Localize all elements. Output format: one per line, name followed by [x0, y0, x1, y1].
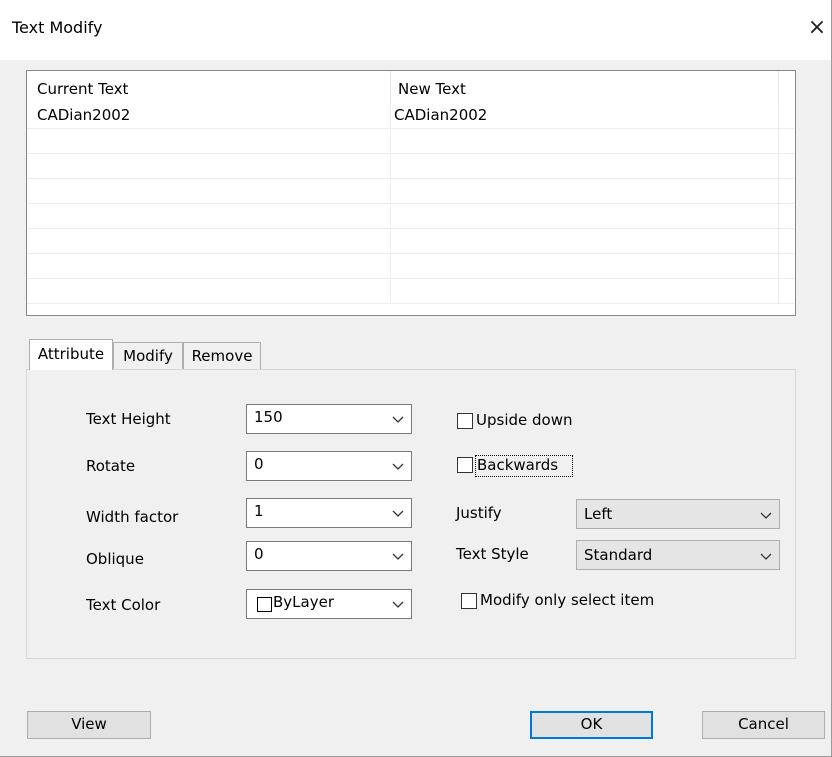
chevron-down-icon[interactable]: [391, 546, 405, 566]
cell-new-text[interactable]: [391, 204, 779, 229]
table-row[interactable]: [27, 229, 795, 254]
chevron-down-icon[interactable]: [759, 545, 773, 565]
width-factor-combobox[interactable]: 1: [246, 498, 412, 528]
title-bar: Text Modify ×: [0, 0, 831, 60]
text-color-value: ByLayer: [273, 593, 334, 611]
table-row[interactable]: CADian2002 CADian2002: [27, 104, 795, 129]
width-factor-label: Width factor: [86, 508, 179, 526]
table-row[interactable]: [27, 254, 795, 279]
cell-current-text: CADian2002: [27, 104, 391, 129]
chevron-down-icon[interactable]: [759, 504, 773, 524]
cell-current-text: [27, 154, 391, 179]
justify-value: Left: [584, 505, 613, 523]
chevron-down-icon[interactable]: [391, 456, 405, 476]
rotate-label: Rotate: [86, 457, 136, 475]
table-row[interactable]: [27, 129, 795, 154]
text-style-label: Text Style: [456, 545, 529, 563]
cell-new-text[interactable]: CADian2002: [391, 104, 779, 129]
view-button[interactable]: View: [27, 711, 151, 739]
oblique-value: 0: [254, 545, 264, 563]
table-row[interactable]: [27, 204, 795, 229]
cell-current-text: [27, 229, 391, 254]
close-icon[interactable]: ×: [803, 14, 831, 42]
justify-label: Justify: [456, 504, 502, 522]
ok-button[interactable]: OK: [530, 711, 653, 739]
chevron-down-icon[interactable]: [391, 503, 405, 523]
table-row[interactable]: [27, 179, 795, 204]
list-header: Current Text New Text: [27, 71, 795, 104]
text-height-combobox[interactable]: 150: [246, 404, 412, 434]
text-color-combobox[interactable]: ByLayer: [246, 589, 412, 619]
dialog-title: Text Modify: [12, 18, 103, 37]
cell-new-text[interactable]: [391, 129, 779, 154]
column-header-current-text[interactable]: Current Text: [27, 71, 391, 104]
tab-modify[interactable]: Modify: [113, 342, 183, 369]
text-style-combobox[interactable]: Standard: [576, 540, 780, 570]
text-color-label: Text Color: [86, 596, 161, 614]
text-modify-dialog: Text Modify × Current Text New Text CADi…: [0, 0, 832, 757]
cell-new-text[interactable]: [391, 254, 779, 279]
oblique-combobox[interactable]: 0: [246, 541, 412, 571]
rotate-value: 0: [254, 455, 264, 473]
oblique-label: Oblique: [86, 550, 144, 568]
tab-attribute[interactable]: Attribute: [29, 339, 113, 370]
cell-new-text[interactable]: [391, 179, 779, 204]
table-row[interactable]: [27, 154, 795, 179]
cell-new-text[interactable]: [391, 154, 779, 179]
modify-only-select-item-label[interactable]: Modify only select item: [480, 591, 654, 609]
text-style-value: Standard: [584, 546, 653, 564]
cell-current-text: [27, 254, 391, 279]
cell-current-text: [27, 279, 391, 304]
cell-current-text: [27, 129, 391, 154]
rotate-combobox[interactable]: 0: [246, 451, 412, 481]
column-header-new-text[interactable]: New Text: [391, 71, 779, 104]
cell-current-text: [27, 204, 391, 229]
chevron-down-icon[interactable]: [391, 409, 405, 429]
chevron-down-icon[interactable]: [391, 594, 405, 614]
tab-remove[interactable]: Remove: [183, 342, 261, 369]
cell-new-text[interactable]: [391, 229, 779, 254]
cell-current-text: [27, 179, 391, 204]
cell-new-text[interactable]: [391, 279, 779, 304]
text-list-view[interactable]: Current Text New Text CADian2002 CADian2…: [26, 70, 796, 316]
text-height-label: Text Height: [86, 410, 171, 428]
color-swatch: [257, 597, 272, 612]
table-row[interactable]: [27, 279, 795, 304]
text-height-value: 150: [254, 408, 283, 426]
upside-down-label[interactable]: Upside down: [476, 411, 572, 429]
upside-down-checkbox[interactable]: [457, 413, 473, 429]
width-factor-value: 1: [254, 502, 264, 520]
justify-combobox[interactable]: Left: [576, 499, 780, 529]
modify-only-select-item-checkbox[interactable]: [461, 593, 477, 609]
backwards-checkbox[interactable]: [457, 457, 473, 473]
backwards-label[interactable]: Backwards: [477, 456, 558, 474]
cancel-button[interactable]: Cancel: [702, 711, 825, 739]
